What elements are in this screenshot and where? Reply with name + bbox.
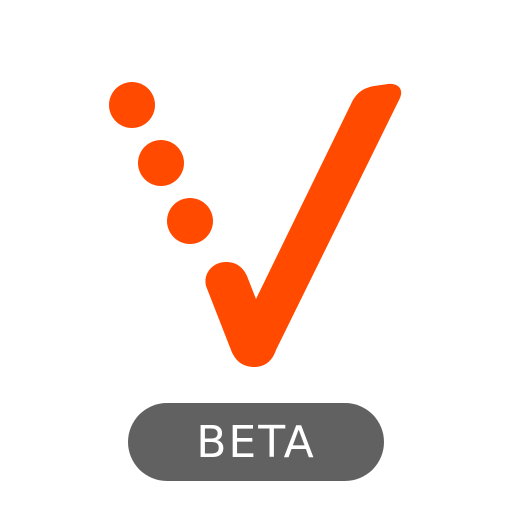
logo-check <box>205 83 402 367</box>
logo-dot-2 <box>138 140 184 186</box>
checkmark-logo-icon <box>109 82 402 367</box>
beta-badge-label: BETA <box>196 417 316 468</box>
logo-dot-3 <box>167 198 213 244</box>
app-icon: BETA <box>0 0 512 512</box>
logo-dot-1 <box>109 82 155 128</box>
beta-badge: BETA <box>128 403 384 481</box>
